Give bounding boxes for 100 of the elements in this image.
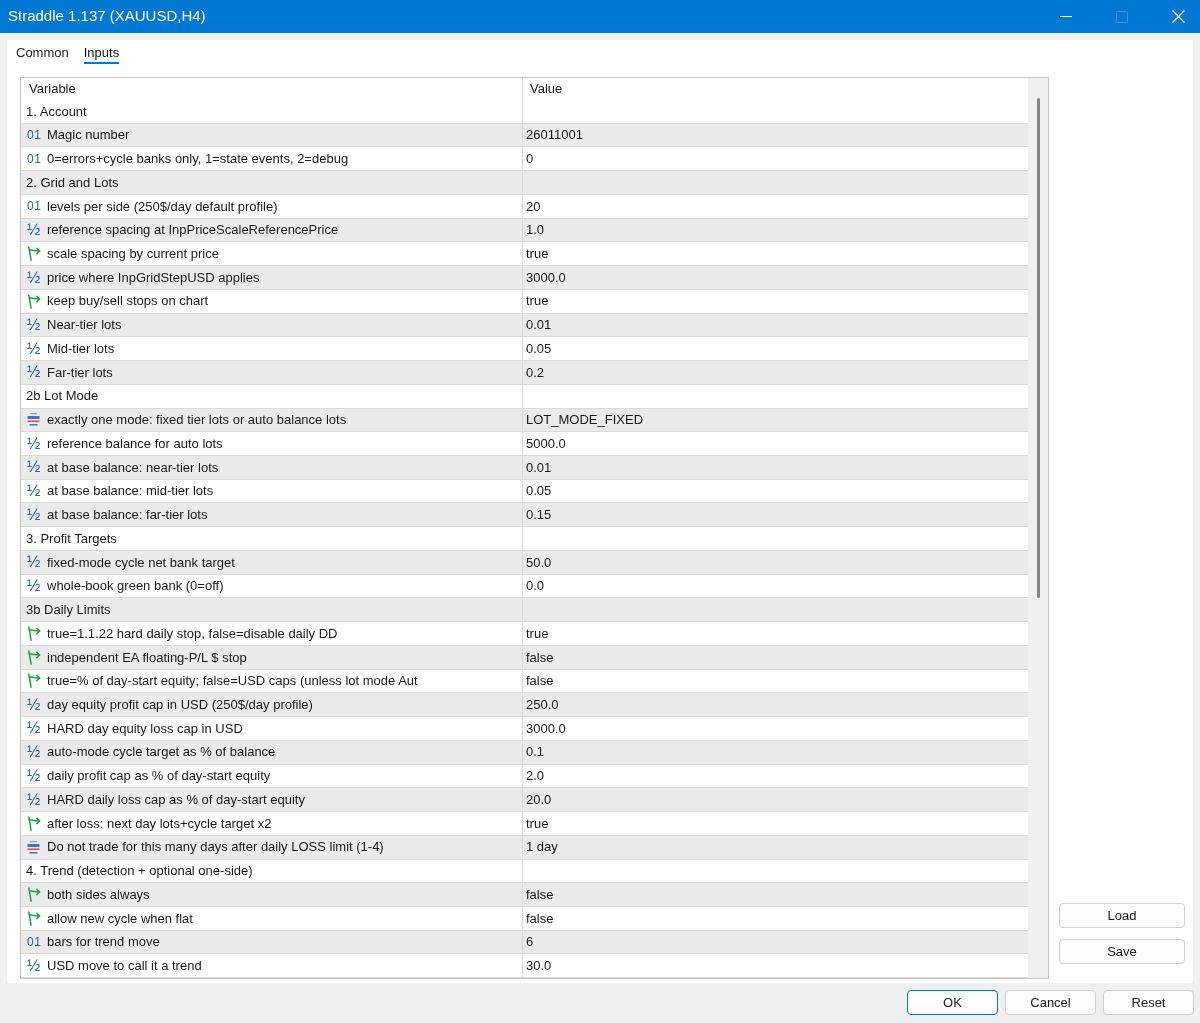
table-row[interactable]: 1. Account: [21, 100, 1028, 124]
parameter-value: LOT_MODE_FIXED: [526, 411, 644, 430]
minimize-icon: [1060, 16, 1072, 17]
parameter-name: HARD daily loss cap as % of day-start equity: [47, 790, 305, 809]
table-row[interactable]: keep buy/sell stops on chart true: [21, 289, 1028, 314]
table-row[interactable]: 2. Grid and Lots: [21, 171, 1028, 195]
type-symbol: ½: [27, 316, 41, 333]
table-row[interactable]: exactly one mode: fixed tier lots or auto balance lots LOT_MODE_FIXED: [21, 408, 1028, 433]
table-row[interactable]: ½ at base balance: mid-tier lots 0.05: [21, 479, 1028, 504]
parameter-name: exactly one mode: fixed tier lots or auto balance lots: [47, 411, 347, 430]
tab[interactable]: Common: [16, 41, 69, 64]
parameter-value: 0.2: [526, 363, 545, 382]
parameter-name: levels per side (250$/day default profile): [47, 197, 278, 216]
parameter-value: false: [526, 909, 554, 928]
type-symbol: ½: [27, 435, 41, 452]
table-row[interactable]: scale spacing by current price true: [21, 242, 1028, 267]
table-row[interactable]: 01 levels per side (250$/day default profile) 20: [21, 194, 1028, 219]
table-row[interactable]: ½ USD move to call it a trend 30.0: [21, 954, 1028, 979]
table-row[interactable]: allow new cycle when flat false: [21, 906, 1028, 931]
table-row[interactable]: 01 Magic number 26011001: [21, 123, 1028, 148]
type-symbol: ½: [27, 222, 41, 239]
scrollbar-thumb[interactable]: [1036, 98, 1040, 598]
section-title: 3b Daily Limits: [26, 601, 111, 620]
table-row[interactable]: 4. Trend (detection + optional one-side): [21, 859, 1028, 884]
parameter-value: 2.0: [526, 767, 545, 786]
parameter-name: reference spacing at InpPriceScaleReferencePrice: [47, 221, 339, 240]
type-symbol: 01: [27, 152, 42, 165]
section-title: 3. Profit Targets: [26, 529, 117, 548]
list-icon: [27, 840, 40, 854]
table-row[interactable]: 3b Daily Limits: [21, 598, 1028, 623]
type-symbol: 01: [27, 129, 42, 142]
column-header[interactable]: Variable: [29, 79, 76, 99]
table-row[interactable]: ½ price where InpGridStepUSD applies 3000.0: [21, 266, 1028, 290]
side-button[interactable]: Load: [1059, 903, 1185, 929]
table-row[interactable]: true=% of day-start equity; false=USD caps (unless lot mode Aut false: [21, 669, 1028, 694]
table-row[interactable]: true=1.1.22 hard daily stop, false=disable daily DD true: [21, 622, 1028, 646]
branch-arrow-icon: [27, 649, 41, 665]
parameter-name: independent EA floating-P/L $ stop: [47, 648, 247, 667]
parameter-value: 30.0: [526, 957, 552, 976]
parameter-name: after loss: next day lots+cycle target x2: [47, 814, 272, 833]
column-header[interactable]: Value: [530, 79, 563, 99]
type-symbol: ½: [27, 957, 41, 974]
table-row[interactable]: ½ Far-tier lots 0.2: [21, 361, 1028, 385]
branch-arrow-icon: [27, 626, 41, 641]
table-row[interactable]: ½ HARD daily loss cap as % of day-start equity 20.0: [21, 788, 1028, 813]
type-symbol: ½: [27, 506, 41, 523]
dialog-button[interactable]: Reset: [1103, 990, 1194, 1015]
type-symbol: ½: [27, 459, 41, 476]
parameter-name: HARD day equity loss cap in USD: [47, 719, 243, 738]
table-row[interactable]: both sides always false: [21, 883, 1028, 907]
table-row[interactable]: ½ fixed-mode cycle net bank target 50.0: [21, 550, 1028, 575]
table-row[interactable]: ½ Near-tier lots 0.01: [21, 313, 1028, 338]
section-title: 2b Lot Mode: [26, 387, 99, 406]
maximize-icon: [1116, 10, 1128, 23]
parameter-name: Mid-tier lots: [47, 339, 115, 358]
table-row[interactable]: ½ at base balance: near-tier lots 0.01: [21, 456, 1028, 480]
branch-arrow-icon: [27, 910, 41, 926]
table-row[interactable]: ½ HARD day equity loss cap in USD 3000.0: [21, 717, 1028, 741]
type-symbol: ½: [27, 340, 41, 357]
table-row[interactable]: ½ whole-book green bank (0=off) 0.0: [21, 574, 1028, 599]
table-row[interactable]: ½ at base balance: far-tier lots 0.15: [21, 503, 1028, 528]
table-row[interactable]: 01 0=errors+cycle banks only, 1=state events, 2=debug 0: [21, 147, 1028, 172]
table-row[interactable]: ½ reference spacing at InpPriceScaleReferencePrice 1.0: [21, 218, 1028, 243]
table-row[interactable]: ½ daily profit cap as % of day-start equity 2.0: [21, 764, 1028, 789]
table-row[interactable]: 01 bars for trend move 6: [21, 930, 1028, 955]
parameter-name: Magic number: [47, 126, 130, 145]
parameter-name: true=% of day-start equity; false=USD caps (unless lot mode Aut: [47, 672, 418, 691]
table-row[interactable]: Do not trade for this many days after daily LOSS limit (1-4) 1 day: [21, 835, 1028, 860]
table-row[interactable]: ½ auto-mode cycle target as % of balance 0.1: [21, 740, 1028, 765]
table-row[interactable]: ½ Mid-tier lots 0.05: [21, 337, 1028, 362]
parameter-name: Near-tier lots: [47, 316, 122, 335]
table-row[interactable]: independent EA floating-P/L $ stop false: [21, 645, 1028, 670]
list-icon: [27, 413, 40, 427]
parameter-name: scale spacing by current price: [47, 245, 219, 263]
parameter-name: price where InpGridStepUSD applies: [47, 268, 260, 287]
table-row[interactable]: ½ reference balance for auto lots 5000.0: [21, 432, 1028, 456]
scrollbar[interactable]: [1028, 78, 1048, 979]
side-button[interactable]: Save: [1059, 939, 1185, 965]
tab[interactable]: Inputs: [83, 41, 120, 64]
branch-arrow-icon: [27, 815, 41, 831]
parameter-name: at base balance: mid-tier lots: [47, 482, 214, 501]
type-symbol: ½: [27, 364, 41, 381]
type-symbol: ½: [27, 269, 41, 286]
dialog-button[interactable]: Cancel: [1005, 990, 1096, 1015]
parameter-value: 6: [526, 933, 534, 952]
parameter-value: 26011001: [526, 126, 583, 145]
section-title: 1. Account: [26, 102, 87, 121]
table-row[interactable]: after loss: next day lots+cycle target x2 true: [21, 812, 1028, 836]
parameter-name: true=1.1.22 hard daily stop, false=disable daily DD: [47, 624, 338, 643]
parameter-name: keep buy/sell stops on chart: [47, 292, 209, 311]
parameter-value: 0.01: [526, 316, 552, 335]
branch-arrow-icon: [27, 887, 41, 903]
table-row[interactable]: 3. Profit Targets: [21, 527, 1028, 551]
table-row[interactable]: ½ day equity profit cap in USD (250$/day profile) 250.0: [21, 693, 1028, 718]
parameter-name: daily profit cap as % of day-start equity: [47, 767, 271, 786]
dialog-button[interactable]: OK: [907, 990, 998, 1015]
parameter-value: 0.05: [526, 482, 552, 501]
parameter-value: 0.05: [526, 339, 552, 358]
branch-arrow-icon: [27, 246, 41, 262]
table-row[interactable]: 2b Lot Mode: [21, 384, 1028, 409]
